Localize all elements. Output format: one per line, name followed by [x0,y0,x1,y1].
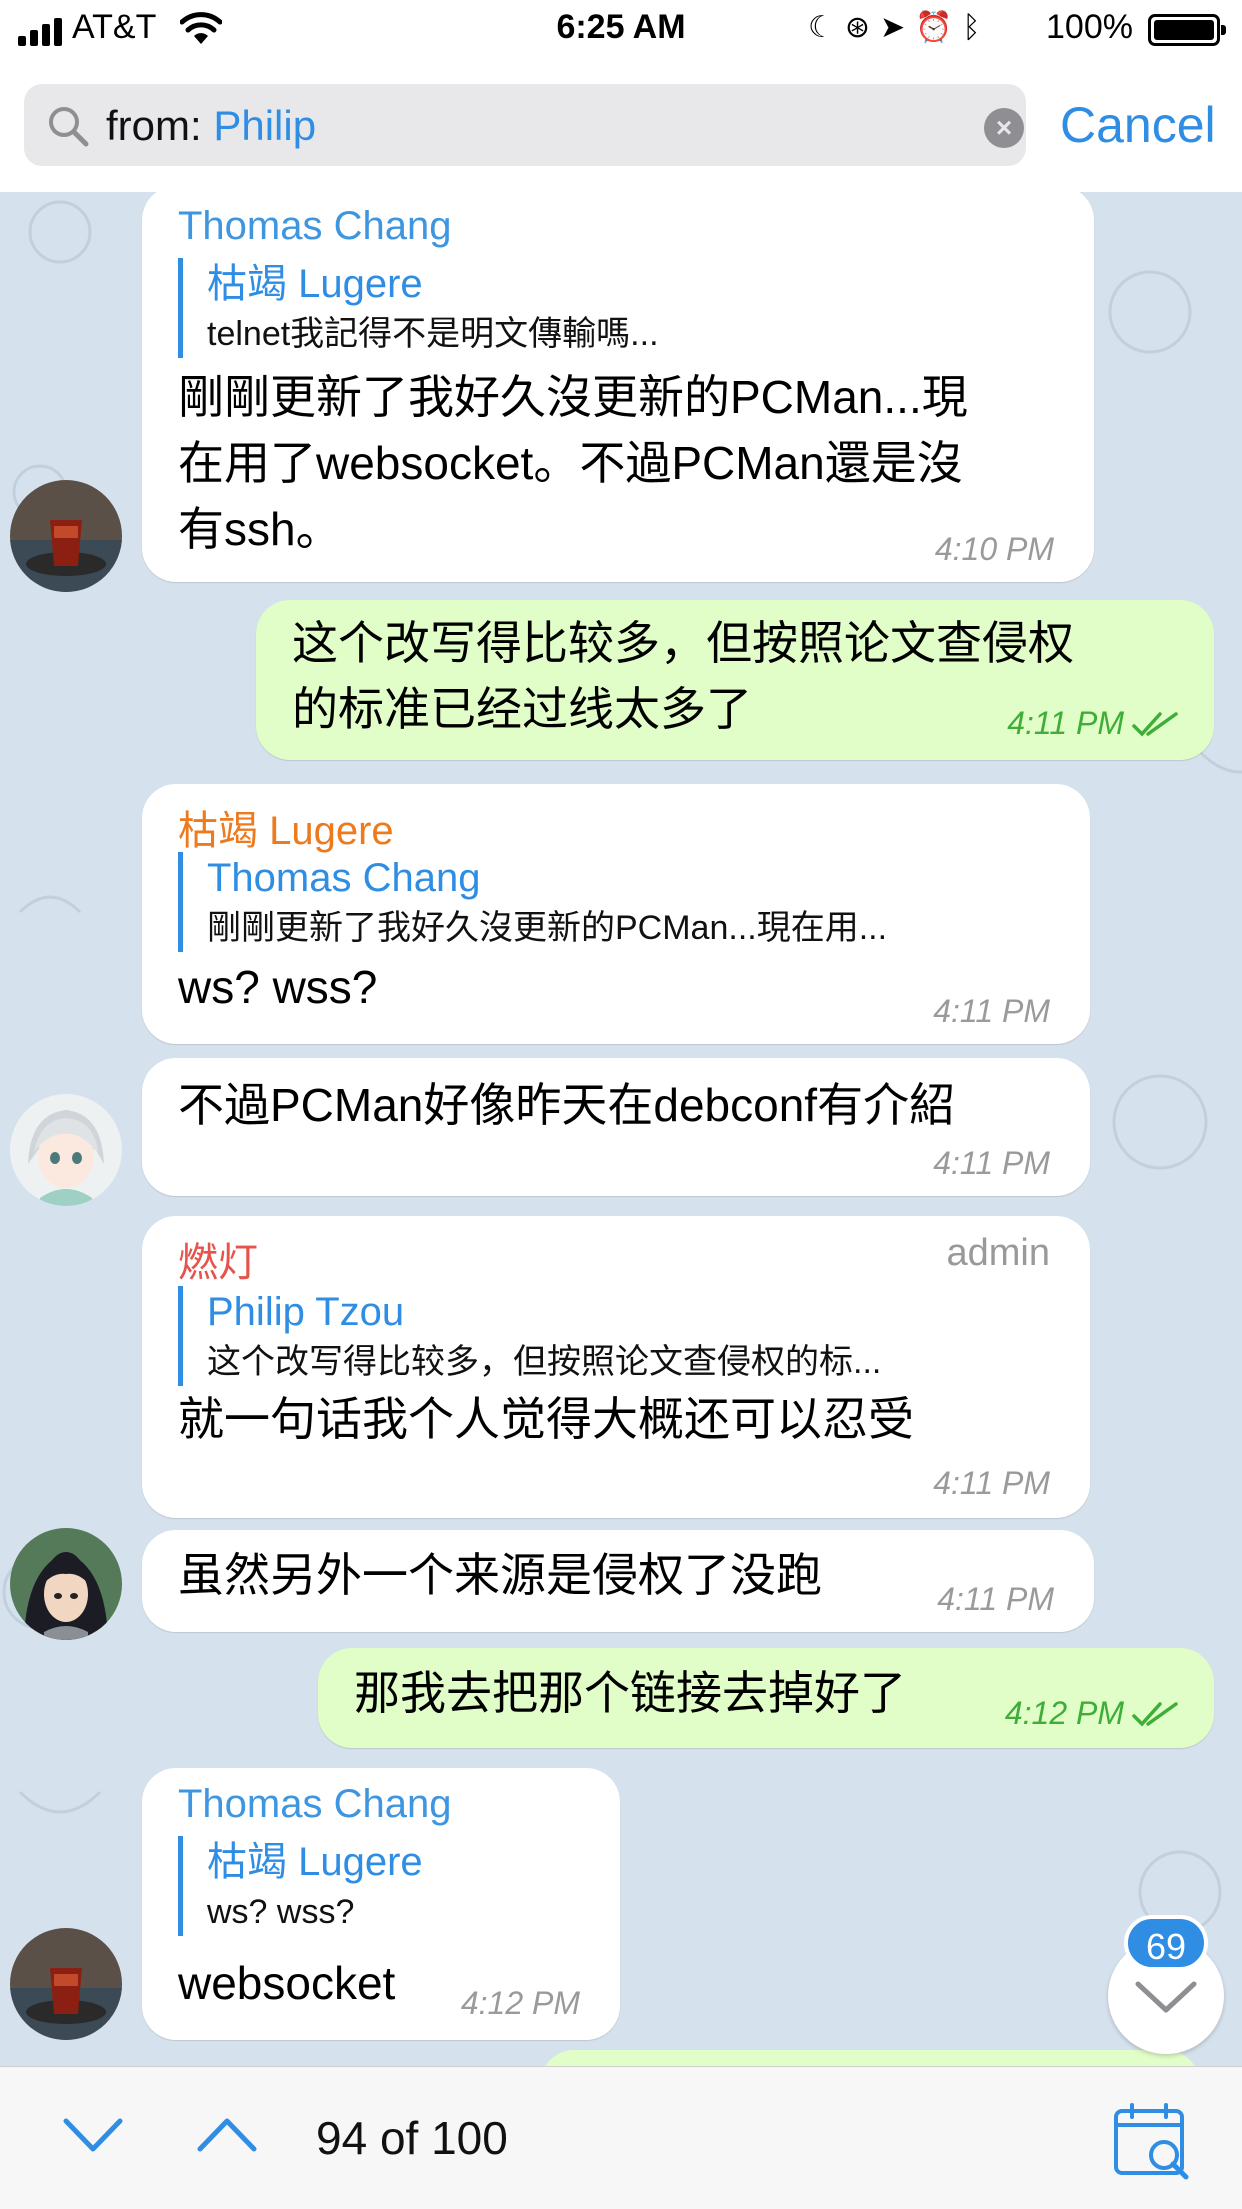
cancel-button[interactable]: Cancel [1060,96,1216,154]
avatar-thomas-chang[interactable] [10,1928,122,2040]
message-text: 不過PCMan好像昨天在debconf有介紹 [178,1079,956,1131]
reply-text: 这个改写得比较多，但按照论文查侵权的标... [207,1343,882,1381]
message-text: 虽然另外一个来源是侵权了没跑 [178,1549,822,1601]
message-bubble[interactable]: Thomas Chang 枯竭 Lugere telnet我記得不是明文傳輸嗎.… [142,192,1094,582]
battery-percentage: 100% [1046,8,1133,46]
reply-preview[interactable]: Thomas Chang 剛剛更新了我好久沒更新的PCMan...現在用... [178,852,1067,952]
double-check-icon [1132,1702,1178,1727]
message-bubble-outgoing-partial[interactable] [540,2050,1200,2066]
calendar-search-icon[interactable] [1112,2101,1192,2181]
reply-sender: 枯竭 Lugere [207,262,423,306]
avatar-randeng[interactable] [10,1528,122,1640]
double-check-icon [1132,712,1178,737]
message-time: 4:11 PM [933,993,1050,1029]
status-icons: ☾⊛➤⏰ᛒ [808,10,991,45]
rotation-lock-icon: ⊛ [844,11,881,44]
sender-name[interactable]: 燃灯 [178,1230,258,1288]
sender-name[interactable]: Thomas Chang [178,204,451,249]
message-time: 4:12 PM [1004,1695,1124,1731]
message-text: 就一句话我个人觉得大概还可以忍受 [178,1393,914,1445]
message-text: websocket [178,1957,396,2009]
status-bar: AT&T 6:25 AM ☾⊛➤⏰ᛒ 100% [0,0,1242,62]
location-icon: ➤ [880,11,916,44]
message-text: 这个改写得比较多，但按照论文查侵权 的标准已经过线太多了 [292,617,1074,735]
reply-text: ws? wss? [207,1893,355,1931]
message-bubble-outgoing[interactable]: 这个改写得比较多，但按照论文查侵权 的标准已经过线太多了 4:11 PM [256,600,1214,760]
sender-name[interactable]: 枯竭 Lugere [178,798,394,856]
search-header: from: Philip × Cancel [0,62,1242,193]
moon-icon: ☾ [808,11,845,44]
search-filter-user: Philip [213,102,317,149]
clear-search-button[interactable]: × [984,108,1024,148]
reply-sender: Thomas Chang [207,856,481,900]
previous-result-button[interactable] [196,2115,258,2155]
message-time: 4:11 PM [933,1145,1050,1181]
avatar-lugere[interactable] [10,1094,122,1206]
admin-badge: admin [946,1232,1051,1274]
message-time: 4:11 PM [1007,705,1124,741]
reply-sender: 枯竭 Lugere [207,1840,423,1884]
message-bubble-outgoing[interactable]: 那我去把那个链接去掉好了 4:12 PM [318,1648,1214,1748]
sender-name[interactable]: Thomas Chang [178,1782,451,1827]
reply-preview[interactable]: 枯竭 Lugere telnet我記得不是明文傳輸嗎... [178,258,659,358]
message-bubble[interactable]: 燃灯 admin Philip Tzou 这个改写得比较多，但按照论文查侵权的标… [142,1216,1090,1518]
alarm-icon: ⏰ [915,11,963,44]
search-field[interactable]: from: Philip × [24,84,1026,166]
message-time: 4:12 PM [460,1985,580,2021]
search-filter-prefix: from: [106,102,214,149]
reply-text: 剛剛更新了我好久沒更新的PCMan...現在用... [207,909,888,947]
message-bubble[interactable]: 虽然另外一个来源是侵权了没跑 4:11 PM [142,1530,1094,1632]
reply-preview[interactable]: Philip Tzou 这个改写得比较多，但按照论文查侵权的标... [178,1286,1067,1386]
avatar-thomas-chang[interactable] [10,480,122,592]
close-icon: × [995,112,1013,143]
message-time: 4:11 PM [937,1581,1054,1617]
reply-sender: Philip Tzou [207,1290,405,1334]
search-query[interactable]: from: Philip [106,102,316,150]
chat-area[interactable]: Thomas Chang 枯竭 Lugere telnet我記得不是明文傳輸嗎.… [0,192,1242,2066]
search-result-counter: 94 of 100 [316,2112,508,2164]
battery-icon [1148,14,1226,46]
message-text: ws? wss? [178,961,378,1013]
message-text: 剛剛更新了我好久沒更新的PCMan...現 在用了websocket。不過PCM… [178,371,968,555]
message-bubble[interactable]: Thomas Chang 枯竭 Lugere ws? wss? websocke… [142,1768,620,2040]
next-result-button[interactable] [62,2115,124,2155]
message-text: 那我去把那个链接去掉好了 [354,1667,906,1719]
reply-preview[interactable]: 枯竭 Lugere ws? wss? [178,1836,423,1936]
message-time: 4:10 PM [934,531,1054,567]
search-results-toolbar: 94 of 100 [0,2066,1242,2209]
message-bubble[interactable]: 枯竭 Lugere Thomas Chang 剛剛更新了我好久沒更新的PCMan… [142,784,1090,1044]
unread-count-badge: 69 [1124,1915,1208,1971]
bluetooth-icon: ᛒ [962,11,991,44]
message-bubble[interactable]: 不過PCMan好像昨天在debconf有介紹 4:11 PM [142,1058,1090,1196]
search-icon [49,107,89,147]
message-time: 4:11 PM [933,1465,1050,1501]
reply-text: telnet我記得不是明文傳輸嗎... [207,315,659,353]
